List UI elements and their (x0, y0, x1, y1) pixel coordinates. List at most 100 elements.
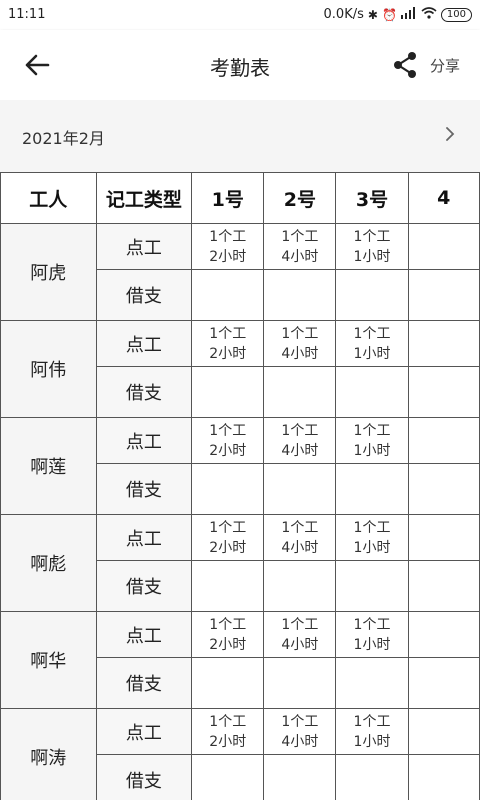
borrow-cell[interactable] (263, 463, 337, 515)
table-row-work: 阿伟 点工 1个工 2小时 1个工 4小时 1个工 1小时 (0, 320, 480, 418)
cell-hours: 4小时 (281, 733, 319, 750)
status-bar: 11:11 0.0K/s ✱ ⏰ 100 (0, 0, 480, 30)
cell-workdays: 1个工 (353, 422, 391, 439)
record-type-borrow: 借支 (95, 269, 193, 321)
borrow-cell[interactable] (191, 366, 265, 418)
cell-hours: 1小时 (353, 248, 391, 265)
borrow-cell[interactable] (407, 657, 480, 709)
attendance-cell[interactable]: 1个工 1小时 (335, 514, 409, 561)
borrow-cell[interactable] (263, 269, 337, 321)
worker-name[interactable]: 啊彪 (0, 514, 97, 612)
cell-workdays: 1个工 (281, 325, 319, 342)
worker-name[interactable]: 啊莲 (0, 417, 97, 515)
cell-workdays: 1个工 (209, 713, 247, 730)
cell-hours: 2小时 (209, 345, 247, 362)
record-type-work: 点工 (95, 514, 193, 561)
attendance-cell[interactable]: 1个工 4小时 (263, 514, 337, 561)
cell-hours: 2小时 (209, 442, 247, 459)
cell-workdays: 1个工 (281, 616, 319, 633)
share-label: 分享 (429, 56, 460, 75)
attendance-cell[interactable]: 1个工 2小时 (191, 708, 265, 755)
borrow-cell[interactable] (335, 754, 409, 800)
borrow-cell[interactable] (191, 269, 265, 321)
cell-workdays: 1个工 (209, 422, 247, 439)
cell-workdays: 1个工 (209, 519, 247, 536)
month-selector: 2021年2月 (0, 100, 480, 172)
table-row-work: 啊华 点工 1个工 2小时 1个工 4小时 1个工 1小时 (0, 611, 480, 709)
attendance-cell[interactable]: 1个工 4小时 (263, 611, 337, 658)
cell-hours: 1小时 (353, 442, 391, 459)
borrow-cell[interactable] (407, 754, 480, 800)
header-day-4: 4 (407, 172, 480, 224)
attendance-cell[interactable]: 1个工 2小时 (191, 611, 265, 658)
attendance-cell[interactable]: 1个工 4小时 (263, 223, 337, 270)
attendance-cell[interactable]: 1个工 2小时 (191, 223, 265, 270)
record-type-work: 点工 (95, 223, 193, 270)
borrow-cell[interactable] (407, 366, 480, 418)
record-type-work: 点工 (95, 708, 193, 755)
cell-workdays: 1个工 (353, 325, 391, 342)
header-record-type: 记工类型 (95, 172, 193, 224)
borrow-cell[interactable] (263, 366, 337, 418)
borrow-cell[interactable] (407, 463, 480, 515)
borrow-cell[interactable] (407, 560, 480, 612)
cell-hours: 4小时 (281, 248, 319, 265)
cell-workdays: 1个工 (281, 713, 319, 730)
attendance-cell[interactable]: 1个工 2小时 (191, 417, 265, 464)
attendance-cell[interactable]: 1个工 1小时 (335, 320, 409, 367)
cell-workdays: 1个工 (281, 422, 319, 439)
borrow-cell[interactable] (335, 463, 409, 515)
table-row-work: 啊涛 点工 1个工 2小时 1个工 4小时 1个工 1小时 (0, 708, 480, 800)
cell-workdays: 1个工 (353, 228, 391, 245)
cell-workdays: 1个工 (209, 616, 247, 633)
borrow-cell[interactable] (191, 560, 265, 612)
table-body: 阿虎 点工 1个工 2小时 1个工 4小时 1个工 1小时 借支 阿伟 点工 1个工 2小时 1个工 4小时… (0, 223, 480, 800)
worker-name[interactable]: 阿虎 (0, 223, 97, 321)
borrow-cell[interactable] (191, 754, 265, 800)
attendance-cell[interactable] (407, 611, 480, 658)
attendance-cell[interactable]: 1个工 2小时 (191, 514, 265, 561)
attendance-cell[interactable]: 1个工 1小时 (335, 223, 409, 270)
app-bar: 考勤表 分享 (0, 30, 480, 100)
record-type-borrow: 借支 (95, 366, 193, 418)
attendance-cell[interactable] (407, 417, 480, 464)
borrow-cell[interactable] (407, 269, 480, 321)
attendance-cell[interactable]: 1个工 4小时 (263, 708, 337, 755)
borrow-cell[interactable] (263, 754, 337, 800)
worker-name[interactable]: 啊华 (0, 611, 97, 709)
table-row-work: 啊莲 点工 1个工 2小时 1个工 4小时 1个工 1小时 (0, 417, 480, 515)
borrow-cell[interactable] (191, 657, 265, 709)
attendance-cell[interactable]: 1个工 4小时 (263, 320, 337, 367)
next-month-button[interactable] (440, 122, 460, 146)
signal-icon (400, 7, 417, 22)
attendance-cell[interactable]: 1个工 1小时 (335, 417, 409, 464)
attendance-cell[interactable] (407, 320, 480, 367)
attendance-cell[interactable]: 1个工 1小时 (335, 611, 409, 658)
attendance-cell[interactable]: 1个工 1小时 (335, 708, 409, 755)
borrow-cell[interactable] (335, 269, 409, 321)
record-type-borrow: 借支 (95, 463, 193, 515)
record-type-borrow: 借支 (95, 754, 193, 800)
attendance-cell[interactable]: 1个工 4小时 (263, 417, 337, 464)
record-type-work: 点工 (95, 320, 193, 367)
worker-name[interactable]: 阿伟 (0, 320, 97, 418)
borrow-cell[interactable] (335, 366, 409, 418)
attendance-cell[interactable] (407, 514, 480, 561)
attendance-cell[interactable]: 1个工 2小时 (191, 320, 265, 367)
borrow-cell[interactable] (263, 560, 337, 612)
attendance-cell[interactable] (407, 223, 480, 270)
attendance-table-scroll[interactable]: 工人 记工类型 1号 2号 3号 4 阿虎 点工 1个工 2小时 1个工 4小时 1个工 1小… (0, 172, 480, 800)
cell-workdays: 1个工 (281, 228, 319, 245)
table-row-work: 啊彪 点工 1个工 2小时 1个工 4小时 1个工 1小时 (0, 514, 480, 612)
borrow-cell[interactable] (335, 560, 409, 612)
record-type-work: 点工 (95, 611, 193, 658)
share-button[interactable]: 分享 (392, 48, 460, 82)
wifi-icon (421, 7, 437, 22)
worker-name[interactable]: 啊涛 (0, 708, 97, 800)
cell-hours: 2小时 (209, 539, 247, 556)
attendance-cell[interactable] (407, 708, 480, 755)
borrow-cell[interactable] (191, 463, 265, 515)
borrow-cell[interactable] (335, 657, 409, 709)
cell-workdays: 1个工 (353, 519, 391, 536)
borrow-cell[interactable] (263, 657, 337, 709)
